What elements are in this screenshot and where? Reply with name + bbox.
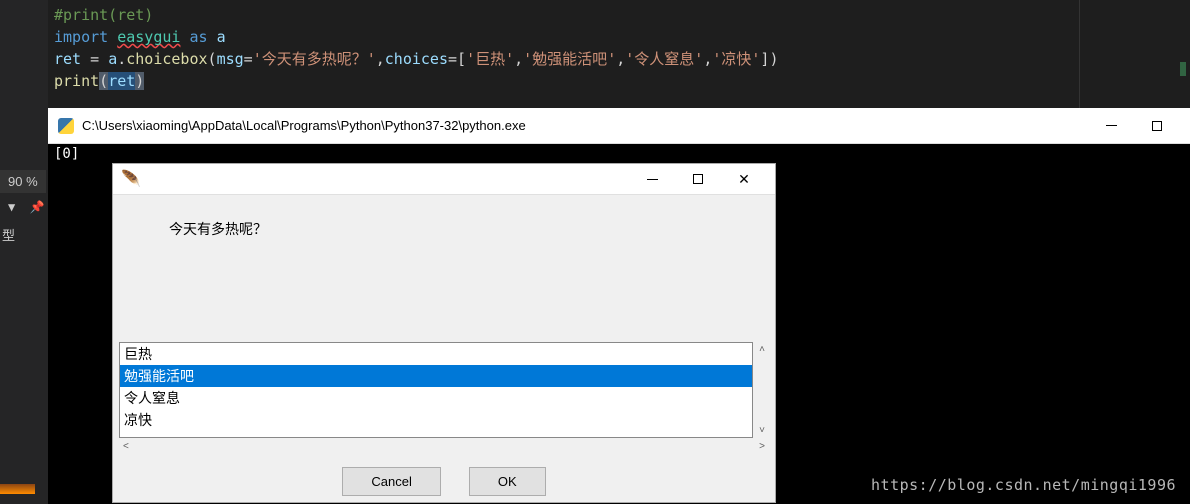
rparen2: ) — [135, 72, 144, 90]
choice4: '凉快' — [712, 50, 760, 68]
dialog-close-button[interactable]: ✕ — [721, 164, 767, 194]
console-maximize-button[interactable] — [1134, 111, 1180, 141]
code-comment: #print(ret) — [54, 6, 153, 24]
var-ret: ret — [54, 50, 81, 68]
alias-name: a — [217, 28, 226, 46]
scroll-down-icon[interactable]: ˅ — [759, 425, 765, 436]
scroll-up-icon[interactable]: ˄ — [759, 344, 765, 355]
str-msg: '今天有多热呢？' — [253, 50, 376, 68]
arg-msg: msg — [217, 50, 244, 68]
editor-ruler — [1079, 0, 1080, 110]
cancel-button[interactable]: Cancel — [342, 467, 440, 496]
cm1: , — [514, 50, 523, 68]
sidebar-footer-label: 型 — [2, 225, 15, 244]
choice1: '巨热' — [466, 50, 514, 68]
dialog-titlebar[interactable]: 🪶 ✕ — [113, 164, 775, 195]
scroll-right-icon[interactable]: ˃ — [759, 441, 765, 452]
keyword-import: import — [54, 28, 108, 46]
zoom-level: 90 % — [0, 170, 46, 193]
dot: . — [117, 50, 126, 68]
list-item[interactable]: 巨热 — [120, 343, 752, 365]
eq2: = — [448, 50, 457, 68]
ok-button[interactable]: OK — [469, 467, 546, 496]
editor-gutter — [0, 0, 48, 504]
cm2: , — [616, 50, 625, 68]
close-icon: ✕ — [738, 171, 750, 188]
choice-listbox[interactable]: 巨热 勉强能活吧 令人窒息 凉快 — [119, 342, 753, 438]
python-icon — [58, 118, 74, 134]
cm3: , — [703, 50, 712, 68]
dialog-maximize-button[interactable] — [675, 164, 721, 194]
var-ret2: ret — [108, 72, 135, 90]
fn-print: print — [54, 72, 99, 90]
list-item[interactable]: 令人窒息 — [120, 387, 752, 409]
code-editor[interactable]: #print(ret) import easygui as a ret = a.… — [48, 0, 1190, 110]
lparen: ( — [208, 50, 217, 68]
var-a: a — [108, 50, 117, 68]
comma: , — [376, 50, 385, 68]
pin-icon[interactable]: ▼ 📌 — [8, 200, 45, 214]
keyword-as: as — [189, 28, 207, 46]
minimap-highlight — [1180, 62, 1186, 76]
rparen: ) — [769, 50, 778, 68]
list-item[interactable]: 凉快 — [120, 409, 752, 431]
dialog-minimize-button[interactable] — [629, 164, 675, 194]
tk-feather-icon: 🪶 — [121, 169, 141, 189]
console-titlebar[interactable]: C:\Users\xiaoming\AppData\Local\Programs… — [48, 108, 1190, 144]
choicebox-dialog: 🪶 ✕ 今天有多热呢？ 巨热 勉强能活吧 令人窒息 凉快 ˄ ˅ ˂ ˃ Can… — [112, 163, 776, 503]
console-output: [0] — [48, 144, 1190, 164]
console-minimize-button[interactable] — [1088, 111, 1134, 141]
arg-choices: choices — [385, 50, 448, 68]
choice3: '令人窒息' — [625, 50, 703, 68]
horizontal-scrollbar[interactable]: ˂ ˃ — [119, 438, 769, 455]
dialog-message: 今天有多热呢？ — [113, 195, 775, 342]
eq1: = — [244, 50, 253, 68]
status-indicator — [0, 484, 35, 494]
fn-choicebox: choicebox — [126, 50, 207, 68]
watermark: https://blog.csdn.net/mingqi1996 — [871, 476, 1176, 494]
lparen2: ( — [99, 72, 108, 90]
op-eq: = — [90, 50, 99, 68]
lbracket: [ — [457, 50, 466, 68]
choice2: '勉强能活吧' — [523, 50, 616, 68]
list-item[interactable]: 勉强能活吧 — [120, 365, 752, 387]
scroll-left-icon[interactable]: ˂ — [123, 441, 129, 452]
module-name: easygui — [117, 28, 180, 46]
vertical-scrollbar[interactable]: ˄ ˅ — [753, 342, 771, 438]
console-title: C:\Users\xiaoming\AppData\Local\Programs… — [82, 118, 526, 133]
